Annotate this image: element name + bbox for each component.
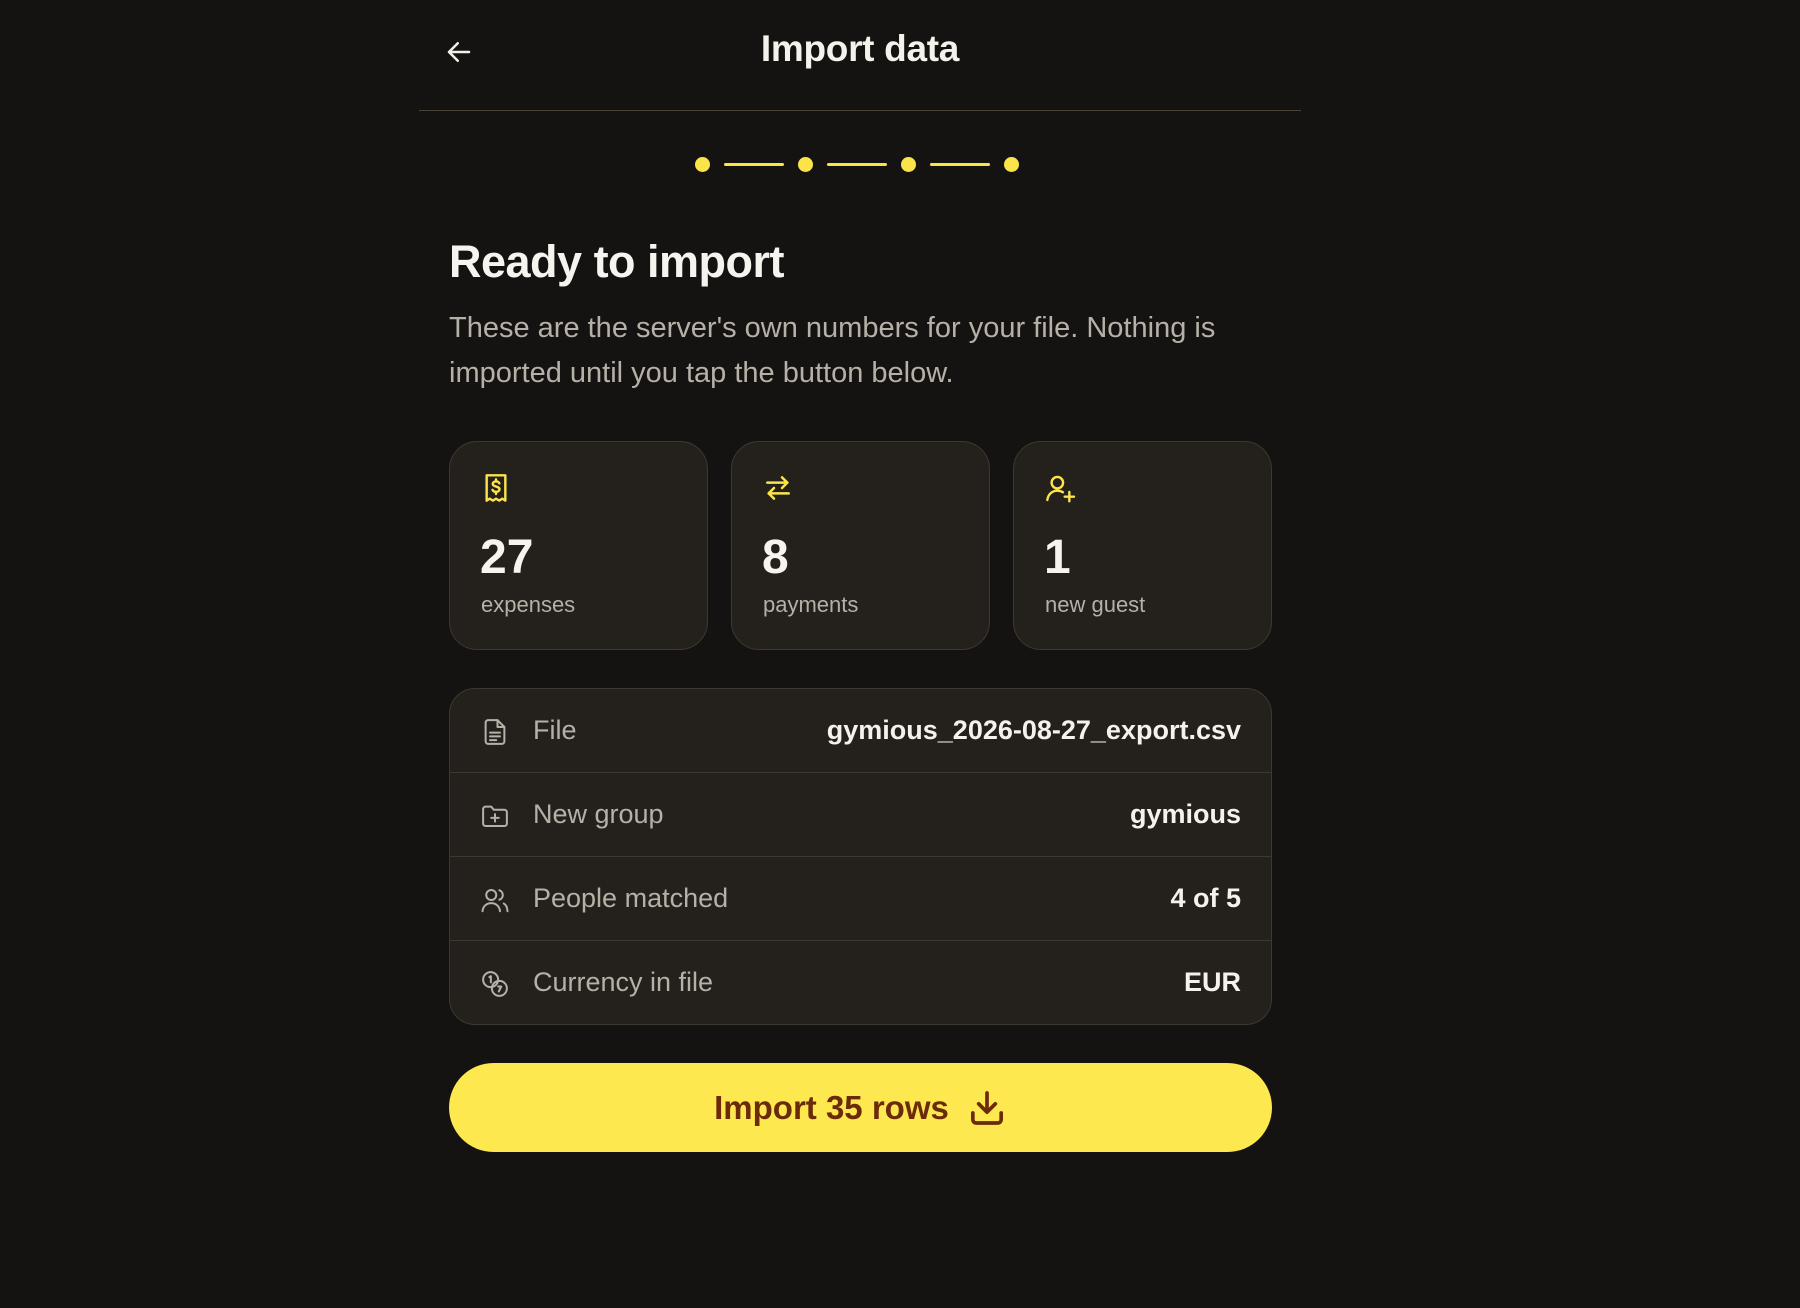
download-icon bbox=[970, 1090, 1003, 1125]
section-heading: Ready to import bbox=[449, 236, 785, 287]
coins-icon bbox=[482, 971, 508, 997]
step-dot-2 bbox=[798, 156, 813, 172]
arrows-swap-icon bbox=[766, 476, 790, 500]
import-button[interactable]: Import 35 rows bbox=[449, 1063, 1272, 1152]
page-title: Import data bbox=[760, 28, 960, 69]
section-description: These are the server's own numbers for y… bbox=[449, 312, 1216, 389]
step-connector bbox=[930, 162, 990, 166]
guests-label: new guest bbox=[1045, 592, 1146, 617]
detail-value: gymious_2026-08-27_export.csv bbox=[826, 715, 1241, 745]
detail-value: 4 of 5 bbox=[1170, 883, 1241, 913]
import-details-list: File gymious_2026-08-27_export.csv New g… bbox=[449, 688, 1272, 1025]
detail-label: Currency in file bbox=[533, 967, 714, 997]
detail-label: File bbox=[533, 715, 577, 745]
expenses-count: 27 bbox=[480, 531, 534, 584]
step-progress bbox=[695, 152, 1019, 176]
users-icon bbox=[481, 889, 509, 913]
detail-label: New group bbox=[533, 799, 664, 829]
expenses-label: expenses bbox=[481, 592, 576, 617]
file-icon bbox=[484, 719, 506, 745]
step-connector bbox=[827, 162, 887, 166]
detail-value: EUR bbox=[1183, 967, 1241, 997]
guests-count: 1 bbox=[1044, 531, 1071, 584]
summary-card-payments: 8 payments bbox=[731, 441, 990, 650]
step-connector bbox=[724, 162, 784, 166]
receipt-dollar-icon bbox=[485, 474, 507, 502]
detail-row-currency: Currency in file EUR bbox=[450, 941, 1271, 1024]
detail-label: People matched bbox=[533, 883, 729, 913]
payments-count: 8 bbox=[762, 531, 789, 584]
step-dot-1 bbox=[695, 156, 710, 172]
step-dot-4 bbox=[1004, 156, 1019, 172]
import-button-label: Import 35 rows bbox=[714, 1088, 949, 1126]
detail-row-people: People matched 4 of 5 bbox=[450, 857, 1271, 941]
payments-label: payments bbox=[763, 592, 859, 617]
folder-plus-icon bbox=[482, 805, 508, 827]
user-plus-icon bbox=[1046, 475, 1076, 503]
detail-row-file: File gymious_2026-08-27_export.csv bbox=[450, 689, 1271, 773]
detail-value: gymious bbox=[1129, 799, 1241, 829]
summary-cards: 27 expenses 8 payments 1 new guest bbox=[449, 441, 1272, 650]
import-screen: Import data Ready to import These are th… bbox=[419, 0, 1301, 1308]
summary-card-guests: 1 new guest bbox=[1013, 441, 1272, 650]
summary-card-expenses: 27 expenses bbox=[449, 441, 708, 650]
step-dot-3 bbox=[901, 156, 916, 172]
header: Import data bbox=[419, 0, 1301, 111]
detail-row-group: New group gymious bbox=[450, 773, 1271, 857]
